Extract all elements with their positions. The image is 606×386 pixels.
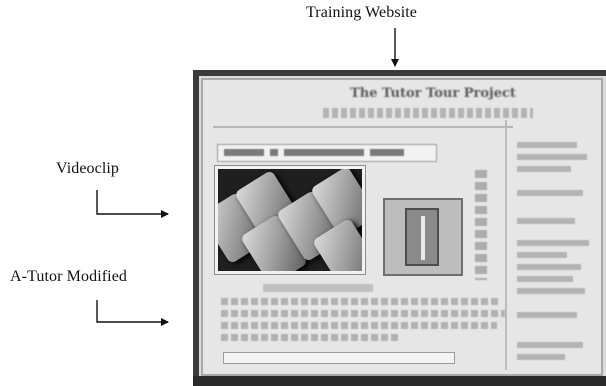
video-title-bar bbox=[217, 144, 437, 162]
atutor-modified-label: A-Tutor Modified bbox=[10, 268, 128, 285]
training-website-label: Training Website bbox=[306, 4, 417, 21]
site-title: The Tutor Tour Project bbox=[350, 86, 516, 101]
atutor-text-line bbox=[221, 322, 497, 329]
atutor-text-line bbox=[221, 298, 501, 305]
videoclip-label: Videoclip bbox=[56, 160, 120, 177]
vertical-text-column bbox=[475, 170, 487, 280]
videoclip-frame[interactable] bbox=[215, 166, 365, 274]
monitor-bezel-top bbox=[193, 70, 606, 76]
right-sidebar bbox=[513, 128, 599, 368]
monitor-bezel-left bbox=[193, 70, 199, 386]
header-divider bbox=[213, 126, 513, 128]
atutor-bottom-field[interactable] bbox=[223, 352, 455, 364]
atutor-text-line bbox=[221, 334, 401, 341]
atutor-modified-arrow bbox=[96, 300, 169, 326]
site-subtitle bbox=[323, 108, 533, 118]
videoclip-arrow bbox=[96, 190, 169, 218]
training-website-screen: The Tutor Tour Project bbox=[201, 78, 603, 376]
atutor-text-line bbox=[221, 310, 505, 317]
device-image bbox=[383, 198, 463, 276]
monitor-bezel-bottom bbox=[193, 376, 606, 386]
atutor-section-heading bbox=[263, 284, 373, 292]
sidebar-divider bbox=[505, 120, 507, 370]
screen-photo: The Tutor Tour Project bbox=[193, 70, 606, 386]
